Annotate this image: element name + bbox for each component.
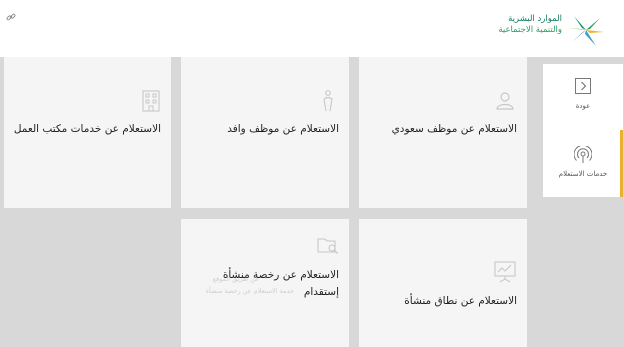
standing-person-icon [323, 90, 333, 112]
chevron-right-box-icon [575, 78, 591, 94]
folder-search-icon [317, 238, 338, 254]
card-labor-office-services[interactable]: الاستعلام عن خدمات مكتب العمل [4, 57, 171, 208]
ghost-text-line-2: خدمة الاستعلام عن رخصة منشأة [205, 287, 294, 295]
logo-line-2: والتنمية الاجتماعية [498, 25, 562, 35]
sidebar-item-label: عودة [575, 102, 591, 110]
card-title: الاستعلام عن موظف وافد [227, 123, 339, 135]
card-title: الاستعلام عن خدمات مكتب العمل [13, 123, 161, 135]
sidebar-item-inquiry-services[interactable]: خدمات الاستعلام [543, 146, 623, 178]
card-establishment-range[interactable]: الاستعلام عن نطاق منشأة [359, 219, 527, 347]
card-expat-employee[interactable]: الاستعلام عن موظف وافد [181, 57, 349, 208]
broadcast-icon [574, 146, 592, 163]
logo-line-1: الموارد البشرية [508, 14, 562, 24]
user-icon [496, 92, 514, 110]
card-title-line-2: إستقدام [303, 286, 339, 298]
card-saudi-employee[interactable]: الاستعلام عن موظف سعودي [359, 57, 527, 208]
ministry-logo[interactable]: الموارد البشرية والتنمية الاجتماعية [498, 12, 606, 48]
top-header: الموارد البشرية والتنمية الاجتماعية [0, 0, 624, 57]
card-title: الاستعلام عن موظف سعودي [391, 123, 517, 135]
card-title-line-1: الاستعلام عن رخصة منشأة [222, 269, 339, 281]
sidebar: عودة خدمات الاستعلام [543, 64, 623, 197]
ministry-emblem-icon [568, 16, 604, 46]
building-icon [142, 90, 160, 112]
link-icon[interactable] [6, 12, 16, 22]
card-recruitment-license[interactable]: عن طريق الموقع خدمة الاستعلام عن رخصة من… [181, 219, 349, 347]
active-indicator [620, 130, 623, 197]
sidebar-item-label: خدمات الاستعلام [558, 170, 608, 178]
sidebar-item-back[interactable]: عودة [543, 78, 623, 110]
logo-text: الموارد البشرية والتنمية الاجتماعية [498, 14, 562, 36]
presentation-chart-icon [494, 261, 516, 283]
card-title: الاستعلام عن نطاق منشأة [404, 295, 517, 307]
